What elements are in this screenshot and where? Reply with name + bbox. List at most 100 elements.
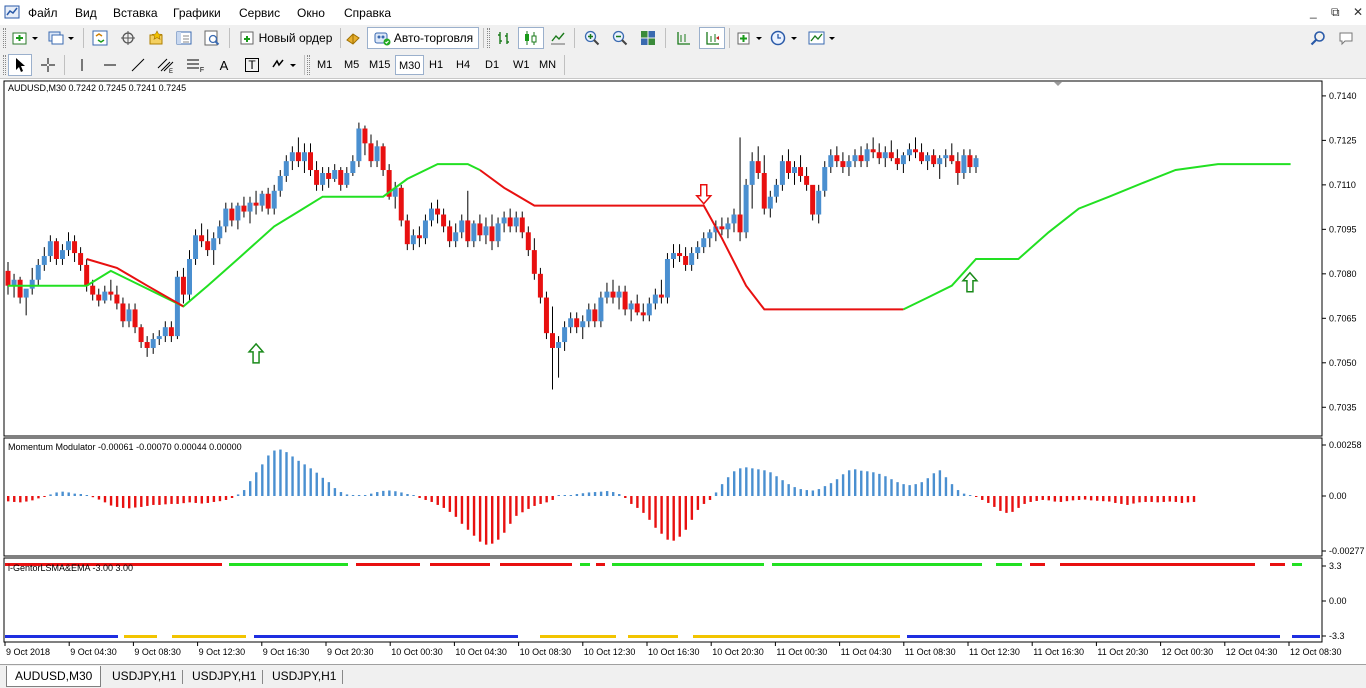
momentum-bar-negative [1162,496,1165,502]
zoom-in-button[interactable] [580,27,604,49]
timeframe-d1[interactable]: D1 [482,55,502,75]
line-chart-button[interactable] [546,27,570,49]
candle-body [102,291,108,301]
profiles-button[interactable] [46,27,78,49]
candle-body [761,173,767,209]
candle-body [410,235,416,245]
candle-body [489,226,495,242]
candlestick-chart-button[interactable] [518,27,544,49]
candle-body [66,241,71,251]
strategy-tester-button[interactable] [200,27,224,49]
navigator-button[interactable] [144,27,168,49]
indicators-button[interactable] [734,27,766,49]
search-button[interactable] [1306,27,1330,49]
toolbar-grip[interactable] [3,55,6,75]
chat-button[interactable] [1334,27,1358,49]
gentor-bottom-segment [907,635,1280,638]
candlestick-chart-icon [525,31,537,45]
toolbar-grip[interactable] [307,55,310,75]
menu-insert[interactable]: Вставка [113,6,158,20]
timeframe-m1[interactable]: M1 [314,55,335,75]
arrows-tool[interactable] [268,54,300,76]
timeframe-mn[interactable]: MN [536,55,559,75]
momentum-bar-positive [315,472,318,496]
momentum-bar-positive [400,492,403,496]
new-order-button[interactable]: Новый ордер [234,27,338,49]
close-button[interactable]: ✕ [1353,5,1363,19]
bar-chart-button[interactable] [492,27,516,49]
trendline-tool[interactable] [126,54,150,76]
menu-view[interactable]: Вид [75,6,97,20]
menu-window[interactable]: Окно [297,6,325,20]
menu-help[interactable]: Справка [344,6,391,20]
candle-body [792,167,797,173]
chart-window[interactable]: 0.7140 0.7125 0.7110 0.7095 0.7080 0.7065 0.70… [0,79,1366,664]
price-tick-label: 0.7080 [1329,269,1357,279]
auto-trading-button[interactable]: Авто-торговля [367,27,479,49]
menu-tools[interactable]: Сервис [239,6,280,20]
momentum-bar-positive [357,495,361,496]
momentum-bar-negative [200,496,203,504]
text-tool[interactable]: A [212,54,236,76]
text-label-tool[interactable]: T [240,54,264,76]
tab-usdjpy-h1-3[interactable]: USDJPY,H1 [264,666,344,687]
restore-button[interactable]: ⧉ [1331,5,1340,20]
vertical-line-tool[interactable] [70,54,94,76]
fibonacci-tool[interactable]: F [182,54,208,76]
periods-button[interactable] [768,27,802,49]
data-window-button[interactable] [116,27,140,49]
toolbar-separator [483,28,484,48]
expert-editor-button[interactable] [342,27,364,49]
momentum-bar-negative [1132,496,1135,504]
tab-usdjpy-h1-2[interactable]: USDJPY,H1 [184,666,264,687]
candle-body [441,214,447,227]
templates-button[interactable] [806,27,840,49]
toolbar-separator [729,28,730,48]
auto-scroll-button[interactable] [699,27,725,49]
momentum-bar-negative [1186,496,1190,503]
momentum-bar-positive [321,477,324,496]
gentor-pane[interactable] [3,557,1323,643]
momentum-bar-negative [515,496,518,516]
candle-body [338,170,344,185]
timeframe-w1[interactable]: W1 [510,55,533,75]
candle-body [193,235,199,259]
momentum-bar-negative [1144,496,1147,502]
momentum-bar-negative [212,496,216,502]
toolbar-grip[interactable] [3,28,6,48]
zoom-out-button[interactable] [608,27,632,49]
cursor-tool[interactable] [8,54,32,76]
menu-charts[interactable]: Графики [173,6,221,20]
tab-usdjpy-h1[interactable]: USDJPY,H1 [104,666,184,687]
candle-body [937,158,943,165]
chart-canvas[interactable]: 0.7140 0.7125 0.7110 0.7095 0.7080 0.7065 0.70… [0,79,1366,664]
momentum-bar-negative [1150,496,1153,502]
momentum-bar-positive [835,479,839,496]
momentum-bar-negative [109,496,113,506]
timeframe-m30[interactable]: M30 [395,55,425,75]
chart-shift-button[interactable] [671,27,695,49]
candle-body [180,276,186,295]
candle-body [132,309,138,328]
equidistant-channel-tool[interactable]: E [154,54,178,76]
tile-windows-button[interactable] [636,27,660,49]
timeframe-h4[interactable]: H4 [453,55,473,75]
menu-file[interactable]: Файл [28,6,58,20]
horizontal-line-tool[interactable] [98,54,122,76]
app-icon[interactable] [4,5,20,19]
main-chart-pane[interactable] [3,80,1323,437]
toolbar-grip[interactable] [487,28,490,48]
price-tick-label: 0.7065 [1329,313,1357,323]
new-chart-button[interactable] [10,27,42,49]
momentum-bar-negative [1096,496,1099,501]
timeframe-h1[interactable]: H1 [426,55,446,75]
momentum-bar-positive [581,493,585,496]
timeframe-m15[interactable]: M15 [366,55,393,75]
timeframe-m5[interactable]: M5 [341,55,362,75]
minimize-button[interactable]: _ [1310,5,1317,19]
crosshair-tool[interactable] [36,54,60,76]
terminal-button[interactable] [172,27,196,49]
momentum-bar-negative [43,496,46,497]
market-watch-button[interactable] [88,27,112,49]
tab-audusd-m30[interactable]: AUDUSD,M30 [6,666,102,687]
